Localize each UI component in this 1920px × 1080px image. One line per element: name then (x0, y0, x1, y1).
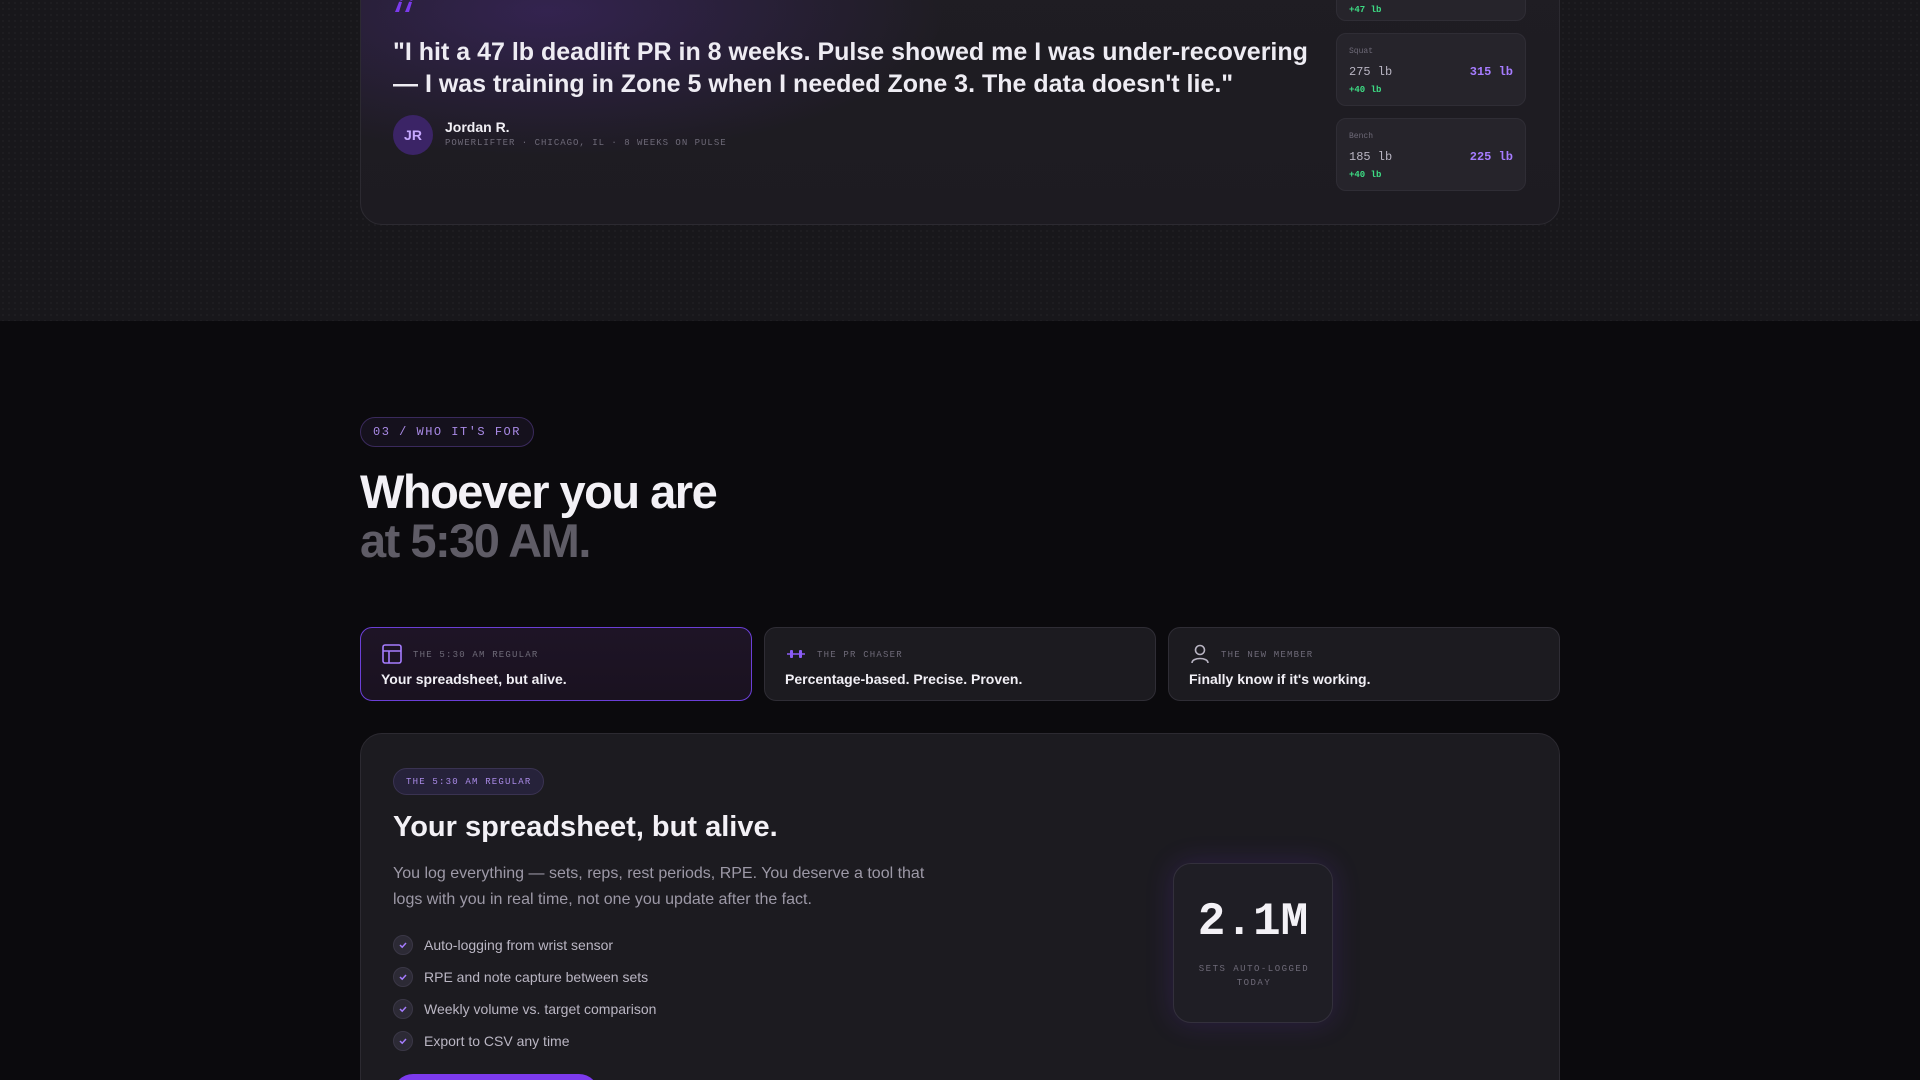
author-meta: POWERLIFTER · CHICAGO, IL · 8 WEEKS ON P… (445, 138, 727, 148)
tab-new-member[interactable]: THE NEW MEMBER Finally know if it's work… (1168, 627, 1560, 701)
layout-icon (382, 644, 402, 664)
feature-item: Weekly volume vs. target comparison (393, 999, 656, 1019)
check-icon (393, 999, 413, 1019)
section-tag: 03 / WHO IT'S FOR (360, 417, 534, 447)
check-icon (393, 1031, 413, 1051)
section-headline: Whoever you are (360, 465, 718, 518)
stat-value: 2.1M (1197, 896, 1309, 948)
detail-title: Your spreadsheet, but alive. (393, 811, 778, 843)
tab-title: Your spreadsheet, but alive. (381, 671, 567, 687)
stat-card: 2.1M SETS AUTO-LOGGED TODAY (1173, 863, 1333, 1023)
lift-card-deadlift: +47 lb (1336, 0, 1526, 21)
feature-text: Auto-logging from wrist sensor (424, 937, 614, 953)
feature-item: Auto-logging from wrist sensor (393, 935, 613, 955)
lift-name: Bench (1349, 132, 1374, 141)
check-icon (393, 967, 413, 987)
tab-pr-chaser[interactable]: THE PR CHASER Percentage-based. Precise.… (764, 627, 1156, 701)
persona-detail-card: THE 5:30 AM REGULAR Your spreadsheet, bu… (360, 733, 1560, 1080)
cta-button[interactable] (393, 1074, 599, 1080)
quote-icon (395, 0, 413, 12)
lift-from: 275 lb (1349, 65, 1393, 79)
user-icon (1191, 644, 1209, 664)
lift-card-bench: Bench 185 lb 225 lb +40 lb (1336, 118, 1526, 191)
feature-item: RPE and note capture between sets (393, 967, 648, 987)
lift-delta: +40 lb (1349, 170, 1382, 180)
check-icon (393, 935, 413, 955)
lift-from: 185 lb (1349, 150, 1393, 164)
testimonial-card: "I hit a 47 lb deadlift PR in 8 weeks. P… (360, 0, 1560, 225)
testimonial-section: "I hit a 47 lb deadlift PR in 8 weeks. P… (0, 0, 1920, 321)
tab-label: THE 5:30 AM REGULAR (413, 650, 539, 660)
lift-delta: +40 lb (1349, 85, 1382, 95)
lift-to: 225 lb (1469, 150, 1513, 164)
testimonial-quote: "I hit a 47 lb deadlift PR in 8 weeks. P… (393, 38, 1308, 98)
feature-text: RPE and note capture between sets (424, 969, 649, 985)
feature-text: Weekly volume vs. target comparison (424, 1001, 657, 1017)
feature-item: Export to CSV any time (393, 1031, 570, 1051)
tab-label: THE PR CHASER (817, 650, 903, 660)
lift-to: 315 lb (1469, 65, 1513, 79)
tab-title: Percentage-based. Precise. Proven. (785, 671, 1023, 687)
lift-card-squat: Squat 275 lb 315 lb +40 lb (1336, 33, 1526, 106)
tab-title: Finally know if it's working. (1189, 671, 1371, 687)
tab-label: THE NEW MEMBER (1221, 650, 1314, 660)
lift-delta: +47 lb (1349, 5, 1382, 15)
author-avatar: JR (393, 115, 433, 155)
feature-text: Export to CSV any time (424, 1033, 570, 1049)
lift-name: Squat (1349, 47, 1374, 56)
author-name: Jordan R. (445, 119, 510, 135)
tab-5-30-regular[interactable]: THE 5:30 AM REGULAR Your spreadsheet, bu… (360, 627, 752, 701)
dumbbell-icon (787, 650, 805, 658)
stat-label: SETS AUTO-LOGGED TODAY (1198, 964, 1310, 988)
section-headline-muted: at 5:30 AM. (360, 514, 591, 567)
detail-description: You log everything — sets, reps, rest pe… (393, 865, 925, 908)
detail-tag: THE 5:30 AM REGULAR (393, 768, 545, 795)
